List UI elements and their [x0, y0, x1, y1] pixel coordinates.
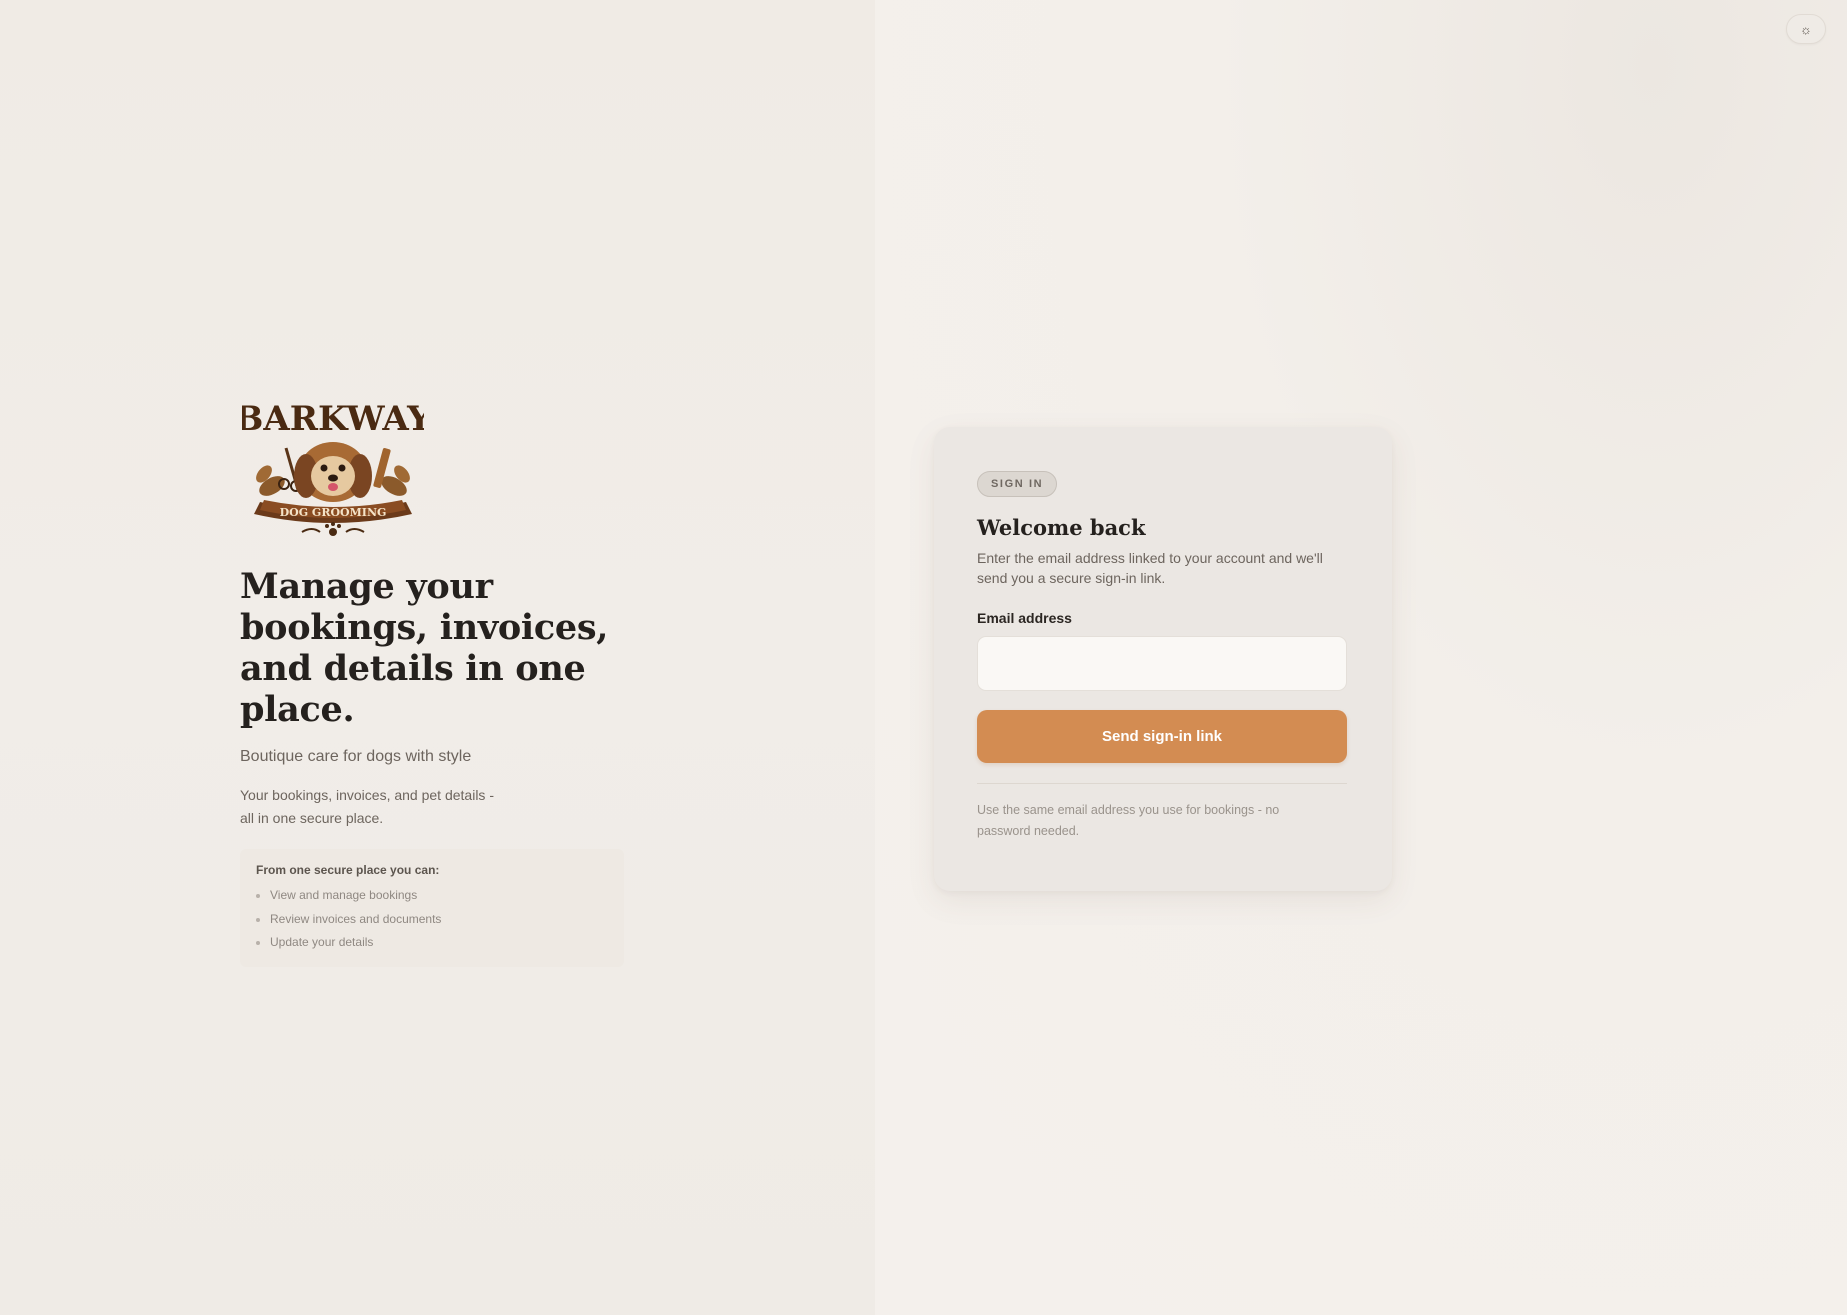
email-field[interactable] [977, 636, 1347, 691]
signin-card: SIGN IN Welcome back Enter the email add… [934, 427, 1392, 891]
signin-subtitle: Enter the email address linked to your a… [977, 550, 1323, 586]
logo-wordmark: BARKWAY [242, 399, 424, 439]
card-divider [977, 783, 1347, 784]
feature-item: Review invoices and documents [256, 908, 608, 932]
features-title: From one secure place you can: [256, 863, 440, 877]
barkway-logo: BARKWAY DOG GROOMING [242, 390, 424, 542]
theme-toggle-button[interactable]: ☼ [1786, 14, 1826, 44]
brand-tagline: Boutique care for dogs with style [240, 748, 472, 765]
email-label: Email address [977, 610, 1072, 626]
feature-item: View and manage bookings [256, 884, 608, 908]
logo-banner-text: DOG GROOMING [280, 506, 387, 519]
brand-description: Your bookings, invoices, and pet details… [240, 787, 494, 826]
signin-note: Use the same email address you use for b… [977, 803, 1280, 838]
page-headline: Manage your bookings, invoices, and deta… [240, 566, 609, 730]
signin-title: Welcome back [977, 515, 1146, 540]
brand-section: BARKWAY DOG GROOMING Manage your booking… [240, 390, 630, 967]
features-list: View and manage bookings Review invoices… [256, 884, 608, 955]
signin-badge: SIGN IN [977, 471, 1058, 497]
sun-icon: ☼ [1800, 21, 1812, 37]
barkway-logo-icon: BARKWAY DOG GROOMING [242, 399, 424, 536]
send-signin-link-button[interactable]: Send sign-in link [977, 710, 1347, 763]
feature-item: Update your details [256, 931, 608, 955]
features-box: From one secure place you can: View and … [240, 849, 624, 967]
